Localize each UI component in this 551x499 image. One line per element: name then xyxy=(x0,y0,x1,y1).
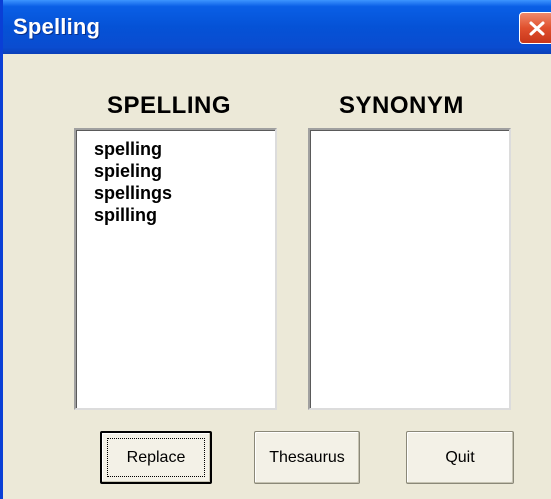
list-item[interactable]: spilling xyxy=(94,204,275,226)
synonym-header: SYNONYM xyxy=(339,92,464,119)
list-item[interactable]: spieling xyxy=(94,160,275,182)
quit-button[interactable]: Quit xyxy=(406,431,514,484)
synonym-list[interactable] xyxy=(308,128,511,410)
thesaurus-button[interactable]: Thesaurus xyxy=(254,431,360,484)
list-item[interactable]: spellings xyxy=(94,182,275,204)
replace-button[interactable]: Replace xyxy=(100,431,212,484)
close-icon xyxy=(529,21,545,36)
thesaurus-button-label: Thesaurus xyxy=(269,448,345,466)
spelling-dialog: Spelling SPELLING SYNONYM spelling spiel… xyxy=(0,0,551,499)
replace-button-label: Replace xyxy=(126,448,186,466)
title-bar[interactable]: Spelling xyxy=(3,0,551,54)
spelling-header: SPELLING xyxy=(107,92,232,119)
list-item[interactable]: spelling xyxy=(94,138,275,160)
spelling-suggestions-list[interactable]: spelling spieling spellings spilling xyxy=(74,128,277,410)
window-title: Spelling xyxy=(13,14,101,39)
quit-button-label: Quit xyxy=(445,448,475,466)
close-button[interactable] xyxy=(519,12,551,44)
